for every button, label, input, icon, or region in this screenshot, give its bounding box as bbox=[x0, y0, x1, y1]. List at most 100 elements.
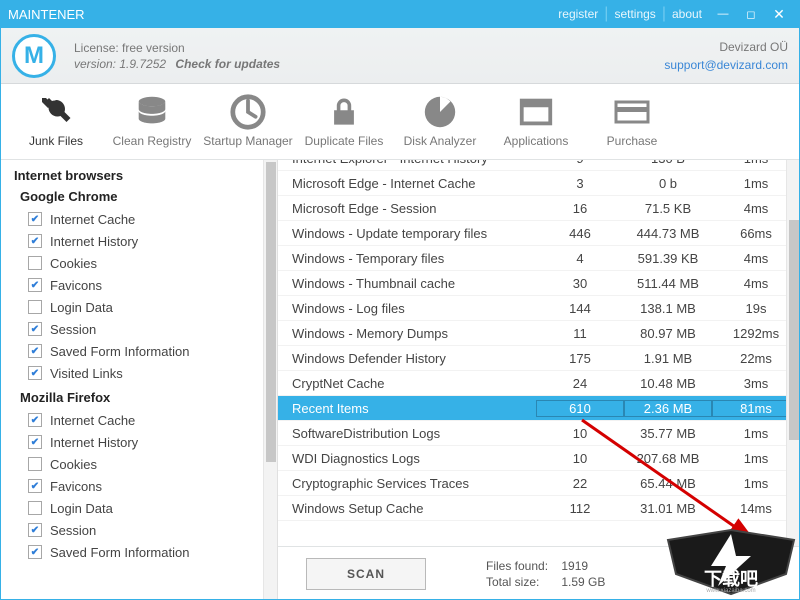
result-row[interactable]: Windows - Thumbnail cache30511.44 MB4ms bbox=[278, 271, 800, 296]
checkbox[interactable] bbox=[28, 366, 42, 380]
result-name: CryptNet Cache bbox=[292, 376, 536, 391]
version-label: version: 1.9.7252 bbox=[74, 57, 166, 71]
result-row[interactable]: Microsoft Edge - Session1671.5 KB4ms bbox=[278, 196, 800, 221]
result-row[interactable]: Cryptographic Services Traces2265.44 MB1… bbox=[278, 471, 800, 496]
result-row[interactable]: Windows Setup Cache11231.01 MB14ms bbox=[278, 496, 800, 521]
result-name: Microsoft Edge - Internet Cache bbox=[292, 176, 536, 191]
checkbox-row[interactable]: Cookies bbox=[28, 453, 267, 475]
checkbox[interactable] bbox=[28, 344, 42, 358]
checkbox[interactable] bbox=[28, 234, 42, 248]
total-size-value: 1.59 GB bbox=[561, 575, 605, 589]
tab-purchase[interactable]: Purchase bbox=[584, 86, 680, 159]
result-count: 112 bbox=[536, 501, 624, 516]
result-row[interactable]: Microsoft Edge - Internet Cache30 b1ms bbox=[278, 171, 800, 196]
check-updates-link[interactable]: Check for updates bbox=[175, 57, 280, 71]
checkbox-row[interactable]: Internet Cache bbox=[28, 409, 267, 431]
results-panel: Internet Explorer - Internet History9130… bbox=[278, 160, 800, 600]
result-size: 511.44 MB bbox=[624, 276, 712, 291]
tab-junk-files[interactable]: Junk Files bbox=[8, 86, 104, 159]
result-count: 10 bbox=[536, 451, 624, 466]
checkbox[interactable] bbox=[28, 435, 42, 449]
checkbox-label: Cookies bbox=[50, 457, 97, 472]
result-size: 35.77 MB bbox=[624, 426, 712, 441]
result-count: 24 bbox=[536, 376, 624, 391]
browser-group-header: Mozilla Firefox bbox=[20, 390, 267, 405]
checkbox-row[interactable]: Login Data bbox=[28, 296, 267, 318]
result-size: 31.01 MB bbox=[624, 501, 712, 516]
result-name: WDI Diagnostics Logs bbox=[292, 451, 536, 466]
checkbox-row[interactable]: Visited Links bbox=[28, 362, 267, 384]
register-link[interactable]: register bbox=[558, 7, 598, 21]
result-name: Cryptographic Services Traces bbox=[292, 476, 536, 491]
tab-disk-analyzer[interactable]: Disk Analyzer bbox=[392, 86, 488, 159]
checkbox-row[interactable]: Internet History bbox=[28, 230, 267, 252]
result-row[interactable]: Recent Items6102.36 MB81ms bbox=[278, 396, 800, 421]
tab-duplicate-files[interactable]: Duplicate Files bbox=[296, 86, 392, 159]
maximize-button[interactable]: ◻ bbox=[738, 3, 764, 25]
settings-link[interactable]: settings bbox=[614, 7, 655, 21]
header: M License: free version version: 1.9.725… bbox=[0, 28, 800, 84]
checkbox[interactable] bbox=[28, 212, 42, 226]
close-button[interactable]: ✕ bbox=[766, 3, 792, 25]
sidebar-scrollbar[interactable] bbox=[263, 160, 277, 600]
result-row[interactable]: Windows - Log files144138.1 MB19s bbox=[278, 296, 800, 321]
checkbox[interactable] bbox=[28, 256, 42, 270]
checkbox-row[interactable]: Saved Form Information bbox=[28, 340, 267, 362]
result-row[interactable]: Internet Explorer - Internet History9130… bbox=[278, 160, 800, 171]
checkbox-label: Internet Cache bbox=[50, 413, 135, 428]
result-size: 2.36 MB bbox=[624, 400, 712, 417]
checkbox[interactable] bbox=[28, 300, 42, 314]
result-row[interactable]: Windows - Memory Dumps1180.97 MB1292ms bbox=[278, 321, 800, 346]
results-scrollbar[interactable] bbox=[786, 160, 800, 546]
result-row[interactable]: CryptNet Cache2410.48 MB3ms bbox=[278, 371, 800, 396]
result-size: 65.44 MB bbox=[624, 476, 712, 491]
checkbox-label: Cookies bbox=[50, 256, 97, 271]
result-name: Windows - Temporary files bbox=[292, 251, 536, 266]
checkbox[interactable] bbox=[28, 523, 42, 537]
checkbox-row[interactable]: Internet History bbox=[28, 431, 267, 453]
checkbox[interactable] bbox=[28, 278, 42, 292]
checkbox-label: Session bbox=[50, 523, 96, 538]
checkbox[interactable] bbox=[28, 457, 42, 471]
tab-startup-manager[interactable]: Startup Manager bbox=[200, 86, 296, 159]
result-row[interactable]: Windows - Temporary files4591.39 KB4ms bbox=[278, 246, 800, 271]
scan-button[interactable]: SCAN bbox=[306, 558, 426, 590]
about-link[interactable]: about bbox=[672, 7, 702, 21]
result-count: 610 bbox=[536, 400, 624, 417]
titlebar: MAINTENER register | settings | about — … bbox=[0, 0, 800, 28]
support-email-link[interactable]: support@devizard.com bbox=[664, 58, 788, 72]
tab-clean-registry[interactable]: Clean Registry bbox=[104, 86, 200, 159]
checkbox[interactable] bbox=[28, 322, 42, 336]
tab-label: Junk Files bbox=[11, 134, 101, 148]
checkbox-row[interactable]: Login Data bbox=[28, 497, 267, 519]
checkbox-label: Internet History bbox=[50, 234, 138, 249]
result-row[interactable]: Windows Defender History1751.91 MB22ms bbox=[278, 346, 800, 371]
tab-applications[interactable]: Applications bbox=[488, 86, 584, 159]
app-logo-icon: M bbox=[12, 34, 56, 78]
files-found-value: 1919 bbox=[561, 559, 588, 573]
result-name: Internet Explorer - Internet History bbox=[292, 160, 536, 166]
checkbox-label: Internet History bbox=[50, 435, 138, 450]
app-title: MAINTENER bbox=[8, 7, 85, 22]
toolbar: Junk Files Clean Registry Startup Manage… bbox=[0, 84, 800, 160]
checkbox[interactable] bbox=[28, 479, 42, 493]
checkbox-row[interactable]: Favicons bbox=[28, 274, 267, 296]
checkbox-row[interactable]: Saved Form Information bbox=[28, 541, 267, 563]
checkbox[interactable] bbox=[28, 413, 42, 427]
checkbox-row[interactable]: Favicons bbox=[28, 475, 267, 497]
checkbox[interactable] bbox=[28, 501, 42, 515]
checkbox[interactable] bbox=[28, 545, 42, 559]
result-row[interactable]: SoftwareDistribution Logs1035.77 MB1ms bbox=[278, 421, 800, 446]
checkbox-row[interactable]: Session bbox=[28, 519, 267, 541]
checkbox-row[interactable]: Internet Cache bbox=[28, 208, 267, 230]
result-size: 80.97 MB bbox=[624, 326, 712, 341]
result-count: 3 bbox=[536, 176, 624, 191]
tab-label: Purchase bbox=[587, 134, 677, 148]
result-row[interactable]: WDI Diagnostics Logs10207.68 MB1ms bbox=[278, 446, 800, 471]
minimize-button[interactable]: — bbox=[710, 3, 736, 25]
checkbox-label: Favicons bbox=[50, 479, 102, 494]
result-size: 591.39 KB bbox=[624, 251, 712, 266]
checkbox-row[interactable]: Session bbox=[28, 318, 267, 340]
checkbox-row[interactable]: Cookies bbox=[28, 252, 267, 274]
result-row[interactable]: Windows - Update temporary files446444.7… bbox=[278, 221, 800, 246]
